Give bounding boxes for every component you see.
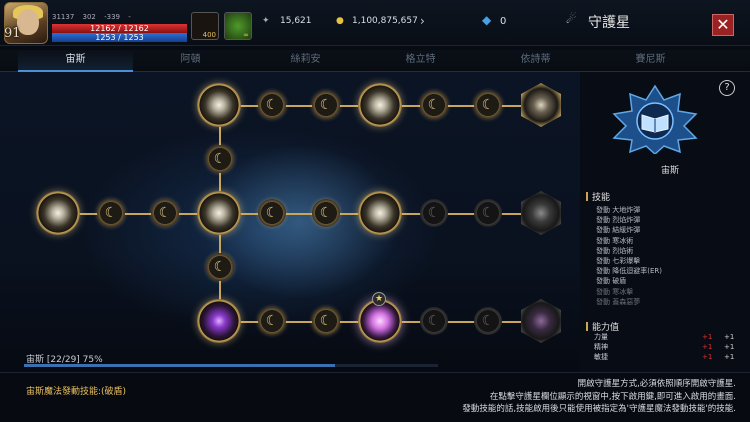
instruction-line: 發動技能的話,技能啟用後只能使用被指定為'守護星魔法發動技能'的技能. — [462, 404, 736, 414]
star-node-major[interactable] — [358, 191, 402, 235]
leaf-item-slot[interactable]: ∞ — [224, 12, 252, 40]
star-node[interactable] — [206, 253, 234, 281]
ability-value-total: +1 — [724, 343, 735, 351]
skills-header: 技能 — [586, 190, 610, 203]
star-node-locked[interactable] — [474, 199, 502, 227]
skill-item: 發動 七彩爆擊 — [596, 257, 641, 266]
currency-crystal: 0 — [500, 16, 507, 27]
ability-row: 力量 +1 +1 — [594, 332, 740, 342]
stat-a: 31137 — [52, 13, 75, 21]
hp-bar: 12162 / 12162 — [52, 24, 187, 33]
crystal-icon: ◆ — [482, 13, 492, 27]
ability-name: 力量 — [594, 333, 608, 341]
star-node[interactable] — [474, 91, 502, 119]
tab-aten[interactable]: 阿頓 — [133, 50, 248, 72]
character-stats: 31137 302 -339 - — [52, 13, 137, 21]
help-button[interactable]: ? — [719, 80, 735, 96]
currency-arrow-button[interactable]: › — [420, 14, 425, 28]
stat-b: 302 — [82, 13, 96, 21]
skill-item: 發動 烈焰術 — [596, 246, 634, 255]
feather-icon: ✦ — [262, 16, 270, 26]
ability-value-current: +1 — [702, 343, 713, 351]
skill-item: 發動 大地炸彈 — [596, 206, 641, 214]
window-title: 守護星 — [588, 15, 630, 31]
star-node[interactable] — [206, 145, 234, 173]
star-node-start[interactable] — [36, 191, 80, 235]
skill-item: 發動 結緩炸彈 — [596, 226, 641, 235]
currency-gold: 1,100,875,657 — [352, 16, 418, 26]
star-node-purple[interactable] — [197, 299, 241, 343]
tab-silian[interactable]: 絲莉安 — [248, 50, 363, 72]
skills-list: 發動 大地炸彈 發動 烈焰炸彈 發動 結緩炸彈 發動 寒冰術 發動 烈焰術 發動… — [596, 205, 662, 307]
stat-c: -339 — [104, 13, 121, 21]
star-node[interactable] — [151, 199, 179, 227]
skill-item: 發動 寒冰術 — [596, 236, 634, 245]
character-level: 91 — [4, 26, 21, 41]
ability-row: 敏捷 +1 +1 — [594, 352, 740, 362]
star-node[interactable] — [420, 91, 448, 119]
skill-item-locked: 發動 寒冰擊 — [596, 287, 634, 296]
tab-ishti[interactable]: 依詩蒂 — [478, 50, 593, 72]
ability-value-total: +1 — [724, 353, 735, 361]
potion-item-slot[interactable]: 400 — [191, 12, 219, 40]
currency-feather: 15,621 — [280, 16, 312, 26]
zeus-emblem-icon — [612, 84, 698, 154]
instructions-text: 開啟守護星方式,必須依照順序開啟守護星. 在點擊守護星欄位顯示的視窗中,按下啟用… — [380, 378, 736, 416]
constellation-icon: ☄ — [566, 12, 577, 26]
star-node[interactable] — [312, 307, 340, 335]
star-node-major[interactable] — [358, 83, 402, 127]
abilities-list: 力量 +1 +1 精神 +1 +1 敏捷 +1 +1 — [594, 332, 740, 362]
star-node-major[interactable] — [197, 83, 241, 127]
magic-skill-text: 宙斯魔法發動技能:(破盾) — [26, 387, 127, 397]
mp-bar: 1253 / 1253 — [52, 33, 187, 42]
potion-count: 400 — [202, 31, 216, 39]
star-node[interactable] — [258, 91, 286, 119]
star-node[interactable] — [312, 91, 340, 119]
ability-row: 精神 +1 +1 — [594, 342, 740, 352]
tab-zeus[interactable]: 宙斯 — [18, 50, 133, 72]
stat-d: - — [128, 13, 131, 21]
instruction-line: 在點擊守護星欄位顯示的視窗中,按下啟用鍵,即可進入啟用的畫面. — [489, 391, 736, 402]
close-button[interactable]: ✕ — [712, 14, 734, 36]
ability-value-current: +1 — [702, 333, 713, 341]
progress-bar — [24, 364, 438, 367]
ability-value-total: +1 — [724, 333, 735, 341]
constellation-name: 宙斯 — [660, 166, 679, 176]
progress-fill — [24, 364, 335, 367]
ability-value-current: +1 — [702, 353, 713, 361]
leaf-count: ∞ — [243, 31, 249, 39]
constellation-tabs: 宙斯 阿頓 絲莉安 格立特 依詩蒂 賽尼斯 — [0, 50, 750, 72]
gold-coin-icon: ● — [336, 16, 344, 26]
connector — [58, 213, 542, 215]
skill-item-locked: 發動 蓋森惡夢 — [596, 297, 641, 306]
ability-name: 敏捷 — [594, 353, 608, 361]
skill-item: 發動 破盾 — [596, 277, 627, 286]
instruction-line: 開啟守護星方式,必須依照順序開啟守護星. — [577, 379, 736, 389]
skill-item: 發動 降低迴避率(ER) — [596, 267, 662, 276]
star-node[interactable] — [312, 199, 340, 227]
tab-senis[interactable]: 賽尼斯 — [593, 50, 708, 72]
star-node-locked[interactable] — [474, 307, 502, 335]
star-node[interactable] — [258, 199, 286, 227]
star-node-major[interactable] — [197, 191, 241, 235]
star-node-locked[interactable] — [420, 307, 448, 335]
tab-glit[interactable]: 格立特 — [363, 50, 478, 72]
star-badge-icon: ★ — [372, 292, 386, 306]
skill-item: 發動 烈焰炸彈 — [596, 216, 641, 225]
star-node[interactable] — [258, 307, 286, 335]
ability-name: 精神 — [594, 343, 608, 351]
star-node[interactable] — [97, 199, 125, 227]
star-node-locked[interactable] — [420, 199, 448, 227]
